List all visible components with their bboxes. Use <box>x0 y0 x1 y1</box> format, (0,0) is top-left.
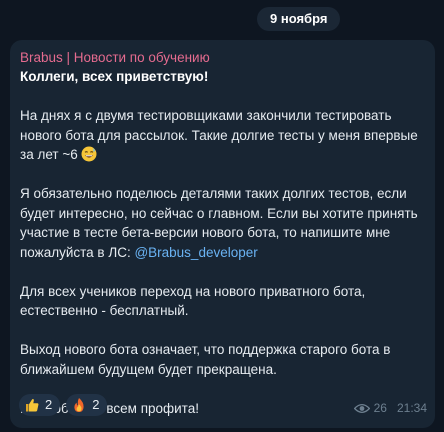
message-paragraph-3: Для всех учеников переход на нового прив… <box>20 283 366 319</box>
mention-link[interactable]: @Brabus_developer <box>134 245 257 260</box>
eye-icon <box>353 403 370 413</box>
view-count: 26 <box>373 400 387 415</box>
thumbs-up-icon <box>26 399 39 412</box>
message-bubble[interactable]: Brabus | Новости по обучению Коллеги, вс… <box>10 40 435 428</box>
message-greeting: Коллеги, всех приветствую! <box>20 69 209 84</box>
reaction-thumbs-up[interactable]: 2 <box>19 394 61 416</box>
message-time: 21:34 <box>396 400 427 415</box>
reactions-bar: 2 2 <box>19 394 108 416</box>
message-paragraph-4: Выход нового бота означает, что поддержк… <box>20 342 391 377</box>
fire-icon <box>74 398 84 412</box>
message-meta: 26 21:34 <box>353 399 427 419</box>
reaction-fire[interactable]: 2 <box>66 394 108 416</box>
reaction-count: 2 <box>45 397 53 413</box>
sender-name[interactable]: Brabus | Новости по обучению <box>20 48 425 67</box>
paragraph-1-text: На днях я с двумя тестировщиками закончи… <box>20 108 418 162</box>
grinning-sweat-emoji-icon <box>81 146 97 162</box>
message-paragraph-2: Я обязательно поделюсь деталями таких до… <box>20 184 425 262</box>
date-separator: 9 ноября <box>257 7 341 31</box>
reaction-count: 2 <box>92 397 100 413</box>
message-paragraph-1: На днях я с двумя тестировщиками закончи… <box>20 106 425 165</box>
chat-view: 9 ноября Brabus | Новости по обучению Ко… <box>0 0 444 432</box>
